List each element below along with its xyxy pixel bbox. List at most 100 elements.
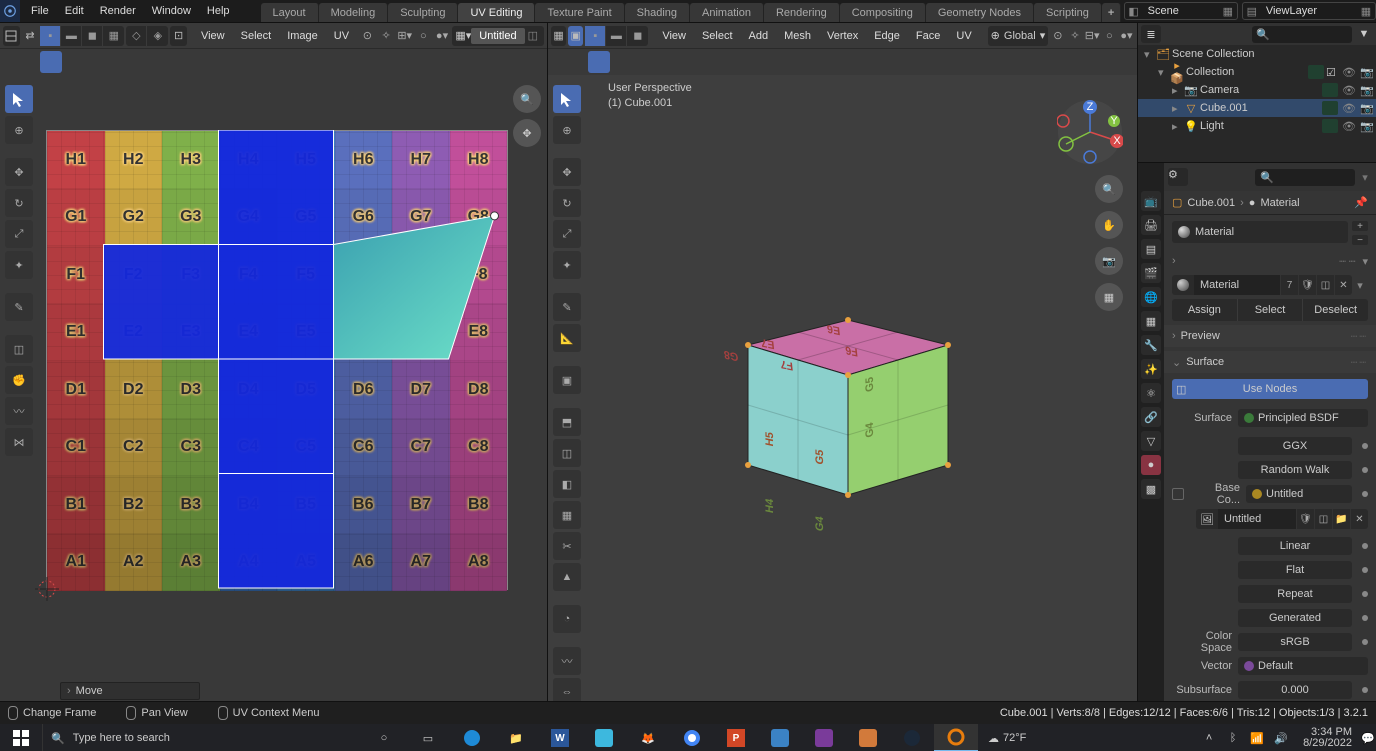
restrict-badge-icon[interactable] — [1322, 83, 1338, 97]
restrict-badge-icon[interactable] — [1322, 119, 1338, 133]
renderable-icon[interactable]: 📷 — [1358, 66, 1376, 79]
annotate-tool-icon[interactable]: ✎ — [553, 293, 581, 321]
uv-cell[interactable]: G1 — [47, 189, 105, 247]
prop-edit-icon[interactable]: ○ — [415, 26, 432, 46]
pan-icon[interactable]: ✥ — [513, 119, 541, 147]
cursor-tool-icon[interactable]: ⊕ — [5, 116, 33, 144]
app1-icon[interactable] — [758, 724, 802, 751]
unlink-icon[interactable]: ✕ — [1334, 275, 1352, 295]
uv-cell[interactable]: G6 — [335, 189, 393, 247]
uv-cell[interactable]: D4 — [220, 361, 278, 419]
uv-cell[interactable]: E2 — [105, 304, 163, 362]
sync-selection-icon[interactable] — [588, 51, 610, 73]
face-mode-icon[interactable]: ◼ — [627, 26, 648, 46]
uv-cell[interactable]: E1 — [47, 304, 105, 362]
uv-cell[interactable]: C2 — [105, 419, 163, 477]
users-count[interactable]: 7 — [1280, 275, 1298, 295]
blender-app-icon[interactable] — [934, 724, 978, 751]
menu-view[interactable]: View — [654, 27, 694, 45]
island-select-icon[interactable]: ▦ — [103, 26, 124, 46]
uv-cell[interactable]: E3 — [162, 304, 220, 362]
colorspace-select[interactable]: sRGB — [1238, 633, 1352, 651]
uv-cell[interactable]: D3 — [162, 361, 220, 419]
tab-particles-icon[interactable]: ✨ — [1141, 359, 1161, 379]
clock[interactable]: 3:34 PM 8/29/2022 — [1295, 727, 1360, 749]
new-icon[interactable]: ◫ — [1314, 509, 1332, 529]
anim-dot-icon[interactable] — [1362, 443, 1368, 449]
uv-cell[interactable]: D1 — [47, 361, 105, 419]
app2-icon[interactable] — [802, 724, 846, 751]
bluetooth-icon[interactable]: ᛒ — [1223, 728, 1243, 748]
start-button[interactable] — [0, 724, 42, 751]
outliner-item[interactable]: ▸💡Light👁📷 — [1138, 117, 1376, 135]
relax-tool-icon[interactable]: 〰 — [5, 397, 33, 425]
sss-method-select[interactable]: Random Walk — [1238, 461, 1352, 479]
firefox-icon[interactable]: 🦊 — [626, 724, 670, 751]
uv-cell[interactable]: A5 — [277, 534, 335, 592]
menu-face[interactable]: Face — [908, 27, 948, 45]
assign-button[interactable]: Assign — [1172, 299, 1238, 321]
anim-dot-icon[interactable] — [1362, 491, 1368, 497]
fake-user-icon[interactable]: 🛡 — [1298, 275, 1316, 295]
cursor-tool-icon[interactable]: ⊕ — [553, 116, 581, 144]
uv-cell[interactable]: B2 — [105, 476, 163, 534]
browse-viewlayer-icon[interactable]: ▦ — [1357, 5, 1375, 18]
deselect-button[interactable]: Deselect — [1303, 299, 1368, 321]
prop-type-icon[interactable]: ●▾ — [434, 26, 451, 46]
vert-select-icon[interactable]: ▪ — [40, 26, 61, 46]
menu-render[interactable]: Render — [92, 2, 144, 20]
surface-panel-header[interactable]: ⌄ Surface ┈┈ — [1164, 351, 1376, 373]
tab-layout[interactable]: Layout — [261, 3, 319, 22]
menu-edit[interactable]: Edit — [57, 2, 92, 20]
tab-render-icon[interactable]: 📺 — [1141, 191, 1161, 211]
uv-cell[interactable]: F6 — [335, 246, 393, 304]
uv-cell[interactable]: B7 — [392, 476, 450, 534]
outliner-item[interactable]: ▸📷Camera👁📷 — [1138, 81, 1376, 99]
uv-cell[interactable]: A3 — [162, 534, 220, 592]
prop-type-icon[interactable]: ●▾ — [1119, 26, 1134, 46]
uv-cell[interactable]: D2 — [105, 361, 163, 419]
tab-texture-paint[interactable]: Texture Paint — [535, 3, 624, 22]
image-browse-icon[interactable]: ▦▾ — [455, 29, 471, 42]
menu-uv[interactable]: UV — [948, 27, 979, 45]
taskview-icon[interactable]: ▭ — [406, 724, 450, 751]
props-options-icon[interactable]: ▾ — [1358, 171, 1372, 184]
uv-cell[interactable]: D8 — [450, 361, 508, 419]
uv-cell[interactable]: F1 — [47, 246, 105, 304]
uv-cell[interactable]: H7 — [392, 131, 450, 189]
tab-world-icon[interactable]: 🌐 — [1141, 287, 1161, 307]
uv-cell[interactable]: A6 — [335, 534, 393, 592]
renderable-icon[interactable]: 📷 — [1358, 120, 1376, 133]
uv-cell[interactable]: C8 — [450, 419, 508, 477]
uv-viewport[interactable]: ⊕ ✥ ↻ ⤢ ✦ ✎ ◫ ✊ 〰 ⋈ 🔍 ✥ H1H2H3H4H5H6H7H8… — [0, 75, 547, 701]
snap-icon[interactable]: ✧ — [1067, 26, 1082, 46]
visibility-icon[interactable]: 👁 — [1340, 84, 1358, 97]
material-specials-icon[interactable]: ▾ — [1352, 279, 1368, 292]
uv-cell[interactable]: E5 — [277, 304, 335, 362]
viewlayer-selector[interactable]: ▤ ViewLayer ▦ — [1242, 2, 1376, 20]
tab-constraint-icon[interactable]: 🔗 — [1141, 407, 1161, 427]
knife-tool-icon[interactable]: ✂ — [553, 532, 581, 560]
zoom-icon[interactable]: 🔍 — [1095, 175, 1123, 203]
expand-checkbox[interactable] — [1172, 488, 1184, 500]
tab-scene-icon[interactable]: 🎬 — [1141, 263, 1161, 283]
outliner-item[interactable]: ▾▸📦Collection☑👁📷 — [1138, 63, 1376, 81]
app3-icon[interactable] — [846, 724, 890, 751]
uv-cell[interactable]: G3 — [162, 189, 220, 247]
uv-cell[interactable]: A8 — [450, 534, 508, 592]
restrict-badge-icon[interactable] — [1308, 65, 1324, 79]
bevel-tool-icon[interactable]: ◧ — [553, 470, 581, 498]
outliner-tree[interactable]: ▾🗂Scene Collection▾▸📦Collection☑👁📷▸📷Came… — [1138, 45, 1376, 162]
tab-modifier-icon[interactable]: 🔧 — [1141, 335, 1161, 355]
image-browse-button[interactable]: 🖼 — [1196, 509, 1218, 529]
edit-mode-icon[interactable]: ▣ — [568, 26, 583, 46]
pivot-icon[interactable]: ⊙ — [1050, 26, 1065, 46]
image-selector[interactable]: ▦▾ Untitled ◫ — [452, 26, 544, 46]
sticky2-icon[interactable]: ◈ — [147, 26, 168, 46]
smooth-tool-icon[interactable]: 〰 — [553, 647, 581, 675]
uv-cell[interactable]: E4 — [220, 304, 278, 362]
tab-mesh-icon[interactable]: ▽ — [1141, 431, 1161, 451]
anim-dot-icon[interactable] — [1362, 687, 1368, 693]
tab-physics-icon[interactable]: ⚛ — [1141, 383, 1161, 403]
sync-select-icon[interactable]: ⇄ — [22, 26, 39, 46]
